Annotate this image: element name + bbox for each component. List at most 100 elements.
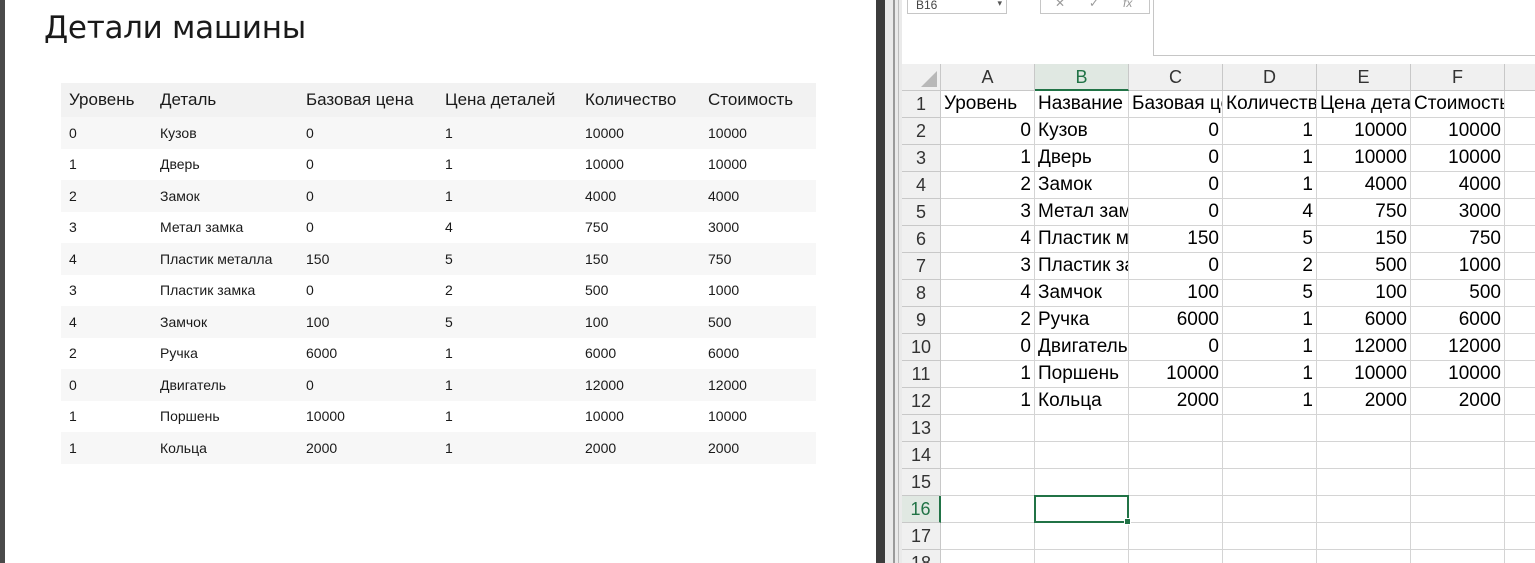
sheet-cell[interactable]: 3 [941,253,1035,280]
sheet-cell[interactable]: Кузов [1035,118,1129,145]
sheet-cell[interactable]: Замок [1035,172,1129,199]
sheet-cell[interactable]: Пластик за [1035,253,1129,280]
sheet-cell[interactable] [1505,199,1535,226]
sheet-cell[interactable] [1223,523,1317,550]
sheet-cell[interactable]: 6000 [1317,307,1411,334]
sheet-cell[interactable]: 1 [1223,361,1317,388]
check-icon[interactable]: ✓ [1089,0,1099,10]
sheet-cell[interactable]: 750 [1411,226,1505,253]
sheet-cell[interactable]: 2 [941,172,1035,199]
row-header[interactable]: 1 [902,91,941,118]
sheet-cell[interactable]: 4000 [1317,172,1411,199]
sheet-cell[interactable]: Цена дета [1317,91,1411,118]
chevron-down-icon[interactable]: ▾ [997,0,1002,9]
sheet-cell[interactable]: 10000 [1317,145,1411,172]
sheet-cell[interactable] [1411,415,1505,442]
sheet-cell[interactable] [1223,415,1317,442]
sheet-cell[interactable]: 0 [1129,118,1223,145]
sheet-cell[interactable] [1129,469,1223,496]
sheet-cell[interactable]: 500 [1317,253,1411,280]
row-header[interactable]: 2 [902,118,941,145]
sheet-cell[interactable]: 2 [1223,253,1317,280]
column-header[interactable]: F [1411,64,1505,91]
sheet-cell[interactable]: Количеств [1223,91,1317,118]
sheet-cell[interactable]: Двигатель [1035,334,1129,361]
sheet-cell[interactable] [1129,442,1223,469]
sheet-cell[interactable] [1035,415,1129,442]
column-header[interactable] [1505,64,1535,91]
sheet-cell[interactable]: 12000 [1411,334,1505,361]
sheet-cell[interactable] [1505,253,1535,280]
row-header[interactable]: 12 [902,388,941,415]
sheet-cell[interactable]: 12000 [1317,334,1411,361]
sheet-cell[interactable] [1129,550,1223,563]
sheet-cell[interactable]: Кольца [1035,388,1129,415]
sheet-cell[interactable]: 0 [1129,253,1223,280]
sheet-cell[interactable]: Название [1035,91,1129,118]
sheet-cell[interactable]: 1000 [1411,253,1505,280]
active-cell-outline[interactable] [1034,495,1131,525]
sheet-cell[interactable] [1035,469,1129,496]
sheet-cell[interactable]: Базовая це [1129,91,1223,118]
column-header[interactable]: C [1129,64,1223,91]
sheet-cell[interactable] [1223,469,1317,496]
sheet-cell[interactable] [1505,226,1535,253]
sheet-cell[interactable]: 100 [1317,280,1411,307]
sheet-cell[interactable] [1411,496,1505,523]
sheet-cell[interactable]: 4 [1223,199,1317,226]
sheet-cell[interactable] [1129,415,1223,442]
sheet-cell[interactable]: 10000 [1411,361,1505,388]
sheet-cell[interactable] [1129,523,1223,550]
sheet-cell[interactable] [1035,442,1129,469]
sheet-cell[interactable]: 10000 [1129,361,1223,388]
sheet-cell[interactable]: 0 [941,334,1035,361]
row-header[interactable]: 6 [902,226,941,253]
sheet-cell[interactable]: 3000 [1411,199,1505,226]
sheet-cell[interactable]: Пластик м [1035,226,1129,253]
sheet-cell[interactable] [1505,496,1535,523]
sheet-cell[interactable] [1505,415,1535,442]
sheet-cell[interactable]: 10000 [1317,118,1411,145]
sheet-cell[interactable] [1505,91,1535,118]
sheet-cell[interactable]: 0 [1129,334,1223,361]
row-header[interactable]: 16 [902,496,941,523]
sheet-cell[interactable] [1129,496,1223,523]
row-header[interactable]: 9 [902,307,941,334]
row-header[interactable]: 13 [902,415,941,442]
row-header[interactable]: 17 [902,523,941,550]
row-header[interactable]: 11 [902,361,941,388]
sheet-cell[interactable]: 6000 [1411,307,1505,334]
sheet-cell[interactable]: 4000 [1411,172,1505,199]
sheet-cell[interactable] [941,523,1035,550]
row-header[interactable]: 8 [902,280,941,307]
sheet-cell[interactable]: 0 [941,118,1035,145]
sheet-cell[interactable]: 3 [941,199,1035,226]
sheet-cell[interactable]: 1 [1223,145,1317,172]
column-header[interactable]: E [1317,64,1411,91]
sheet-cell[interactable] [1317,496,1411,523]
sheet-cell[interactable]: 2000 [1129,388,1223,415]
sheet-cell[interactable]: 1 [1223,118,1317,145]
sheet-cell[interactable]: Метал зам [1035,199,1129,226]
sheet-cell[interactable] [941,550,1035,563]
select-all-corner[interactable] [902,64,941,91]
sheet-cell[interactable] [1223,442,1317,469]
sheet-cell[interactable]: 0 [1129,145,1223,172]
sheet-cell[interactable] [1411,523,1505,550]
row-header[interactable]: 14 [902,442,941,469]
sheet-cell[interactable] [1317,550,1411,563]
sheet-cell[interactable]: 0 [1129,199,1223,226]
sheet-cell[interactable] [1505,145,1535,172]
sheet-cell[interactable] [1411,550,1505,563]
sheet-cell[interactable]: 500 [1411,280,1505,307]
sheet-cell[interactable]: 1 [941,361,1035,388]
column-header[interactable]: D [1223,64,1317,91]
row-header[interactable]: 10 [902,334,941,361]
sheet-cell[interactable]: 750 [1317,199,1411,226]
sheet-cell[interactable]: 6000 [1129,307,1223,334]
sheet-cell[interactable]: 1 [941,145,1035,172]
name-box[interactable]: B16 ▾ [907,0,1007,14]
sheet-cell[interactable]: Дверь [1035,145,1129,172]
sheet-cell[interactable]: 1 [941,388,1035,415]
sheet-cell[interactable] [1035,523,1129,550]
